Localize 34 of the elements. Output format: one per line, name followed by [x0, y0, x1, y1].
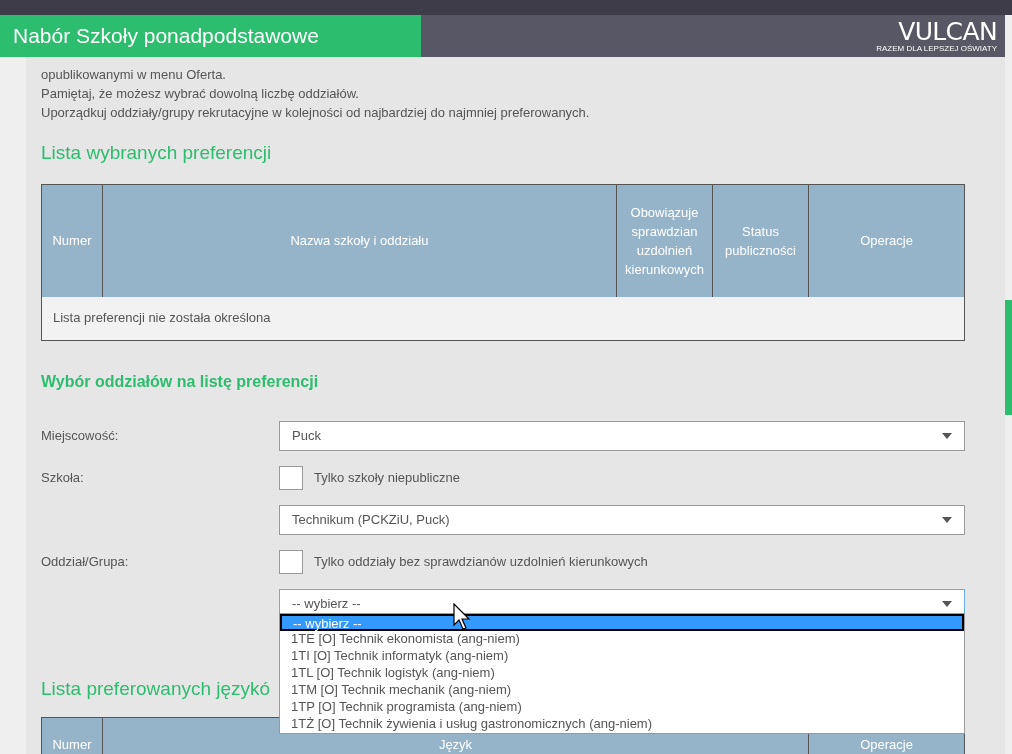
- section-heading: Lista wybranych preferencji: [41, 141, 273, 165]
- column-header: Nazwa szkoły i oddziału: [103, 184, 617, 297]
- empty-message: Lista preferencji nie została określona: [53, 309, 271, 328]
- caret-icon: [942, 600, 952, 607]
- intro-text: Pamiętaj, że możesz wybrać dowolną liczbę oddziałów.: [41, 85, 360, 103]
- checkbox[interactable]: [279, 465, 303, 490]
- column-header: Operacje: [859, 232, 914, 250]
- app-title: Nabór Szkoły ponadpodstawowe: [13, 23, 319, 50]
- checkbox-label: Tylko oddziały bez sprawdzianów uzdolnień kierunkowych: [314, 552, 648, 571]
- column-header: Status publiczności: [713, 184, 809, 297]
- section-heading: Wybór oddziałów na listę preferencji: [41, 371, 320, 392]
- field-label: Miejscowość:: [41, 427, 119, 443]
- checkbox[interactable]: [279, 549, 303, 574]
- field-label: Oddział/Grupa:: [41, 553, 129, 569]
- section-heading: Lista preferowanych językó: [41, 676, 271, 701]
- dropdown-option[interactable]: 1TE [O] Technik ekonomista (ang-niem): [280, 631, 964, 648]
- field-label: Szkoła:: [41, 469, 84, 485]
- logo-tagline: RAZEM DLA LEPSZEJ OŚWIATY: [876, 43, 997, 53]
- intro-text: opublikowanymi w menu Oferta.: [41, 66, 227, 84]
- column-header: Operacje: [859, 736, 914, 754]
- select-field[interactable]: Technikum (PCKZiU, Puck): [279, 504, 965, 535]
- dropdown-option[interactable]: 1TP [O] Technik programista (ang-niem): [280, 699, 964, 716]
- dropdown-option[interactable]: 1TM [O] Technik mechanik (ang-niem): [280, 682, 964, 699]
- logo: VULCAN: [898, 19, 997, 44]
- column-header: Obowiązuje sprawdzian uzdolnień kierunkowych: [617, 184, 713, 297]
- column-header: Numer: [42, 718, 103, 754]
- caret-icon: [942, 516, 952, 523]
- column-header: Numer: [42, 184, 103, 297]
- dropdown-option[interactable]: 1TL [O] Technik logistyk (ang-niem): [280, 665, 964, 682]
- caret-icon: [942, 432, 952, 439]
- intro-text: Uporządkuj oddziały/grupy rekrutacyjne w kolejności od najbardziej do najmniej preferowanych.: [41, 104, 591, 122]
- checkbox-label: Tylko szkoły niepubliczne: [314, 468, 460, 487]
- dropdown-option[interactable]: 1TI [O] Technik informatyk (ang-niem): [280, 648, 964, 665]
- select-field[interactable]: Puck: [279, 420, 965, 451]
